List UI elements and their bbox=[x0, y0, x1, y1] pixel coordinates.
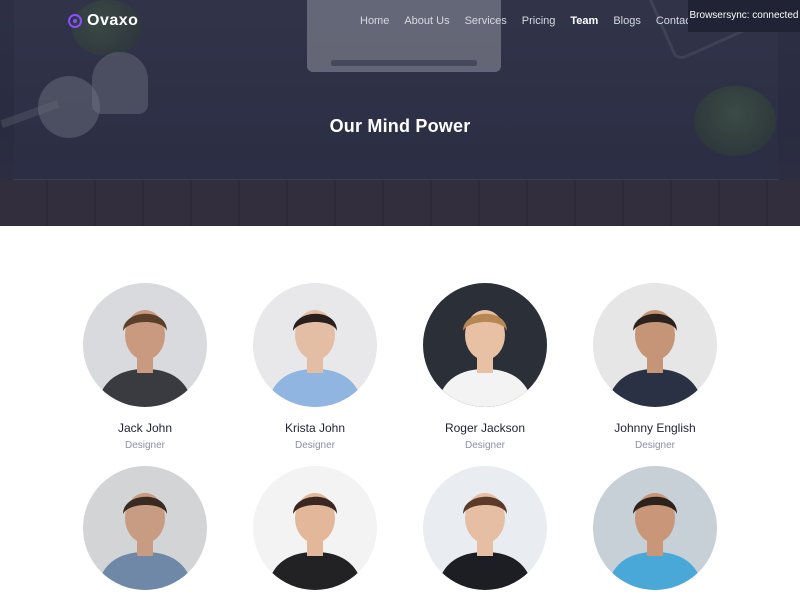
nav-link-home[interactable]: Home bbox=[360, 15, 389, 27]
brand-name: Ovaxo bbox=[87, 12, 139, 29]
portrait-illustration bbox=[253, 466, 377, 590]
member-name: Krista John bbox=[284, 421, 346, 435]
team-member-card[interactable] bbox=[230, 466, 400, 590]
main-nav: Home About Us Services Pricing Team Blog… bbox=[360, 15, 723, 27]
member-role: Designer bbox=[464, 440, 506, 451]
portrait-illustration bbox=[253, 283, 377, 407]
team-section: Jack John Designer Krista John Designer … bbox=[0, 226, 800, 600]
avatar bbox=[423, 283, 547, 407]
team-member-card[interactable]: Roger Jackson Designer bbox=[400, 283, 570, 451]
avatar bbox=[83, 283, 207, 407]
member-name: Jack John bbox=[117, 421, 173, 435]
nav-link-pricing[interactable]: Pricing bbox=[522, 15, 556, 27]
member-name: Roger Jackson bbox=[444, 421, 526, 435]
avatar bbox=[253, 466, 377, 590]
team-member-card[interactable] bbox=[570, 466, 740, 590]
nav-link-about-us[interactable]: About Us bbox=[404, 15, 449, 27]
member-role: Designer bbox=[124, 440, 166, 451]
team-member-card[interactable]: Johnny English Designer bbox=[570, 283, 740, 451]
portrait-illustration bbox=[83, 466, 207, 590]
team-member-card[interactable]: Jack John Designer bbox=[60, 283, 230, 451]
member-role: Designer bbox=[634, 440, 676, 451]
hero-overlay bbox=[0, 0, 800, 226]
logo-icon bbox=[68, 14, 82, 28]
browsersync-toast: Browsersync: connected bbox=[688, 0, 800, 32]
portrait-illustration bbox=[423, 466, 547, 590]
brand-logo[interactable]: Ovaxo bbox=[68, 12, 138, 30]
portrait-illustration bbox=[83, 283, 207, 407]
avatar bbox=[593, 466, 717, 590]
hero-banner: Ovaxo Home About Us Services Pricing Tea… bbox=[0, 0, 800, 226]
avatar bbox=[423, 466, 547, 590]
avatar bbox=[253, 283, 377, 407]
nav-link-services[interactable]: Services bbox=[465, 15, 507, 27]
avatar bbox=[593, 283, 717, 407]
member-name: Johnny English bbox=[614, 421, 696, 435]
member-role: Designer bbox=[294, 440, 336, 451]
team-member-card[interactable]: Krista John Designer bbox=[230, 283, 400, 451]
avatar bbox=[83, 466, 207, 590]
team-member-card[interactable] bbox=[60, 466, 230, 590]
nav-link-blogs[interactable]: Blogs bbox=[613, 15, 641, 27]
nav-link-team[interactable]: Team bbox=[570, 15, 598, 27]
portrait-illustration bbox=[593, 466, 717, 590]
portrait-illustration bbox=[593, 283, 717, 407]
page-title: Our Mind Power bbox=[329, 116, 471, 136]
portrait-illustration bbox=[423, 283, 547, 407]
team-member-card[interactable] bbox=[400, 466, 570, 590]
